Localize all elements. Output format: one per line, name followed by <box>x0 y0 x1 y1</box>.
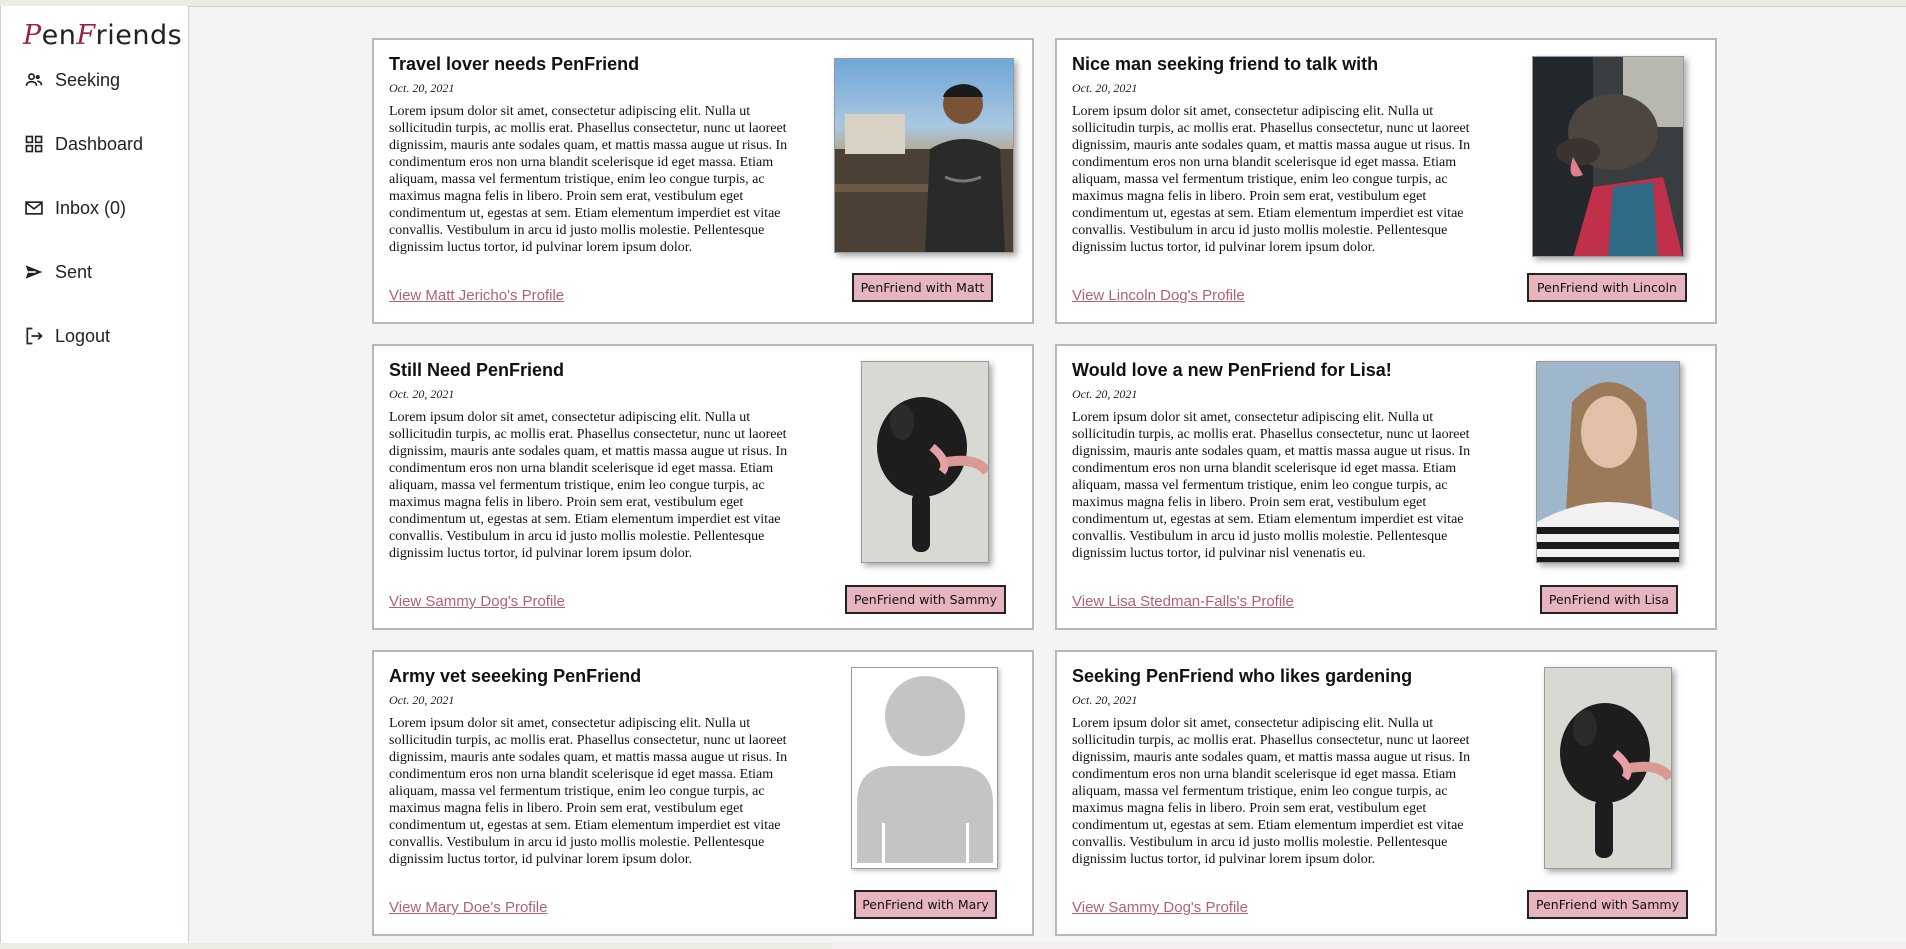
post-card: Would love a new PenFriend for Lisa! Oct… <box>1055 344 1717 630</box>
nav-inbox[interactable]: Inbox (0) <box>23 193 126 223</box>
nav-label: Sent <box>55 261 93 282</box>
nav-seeking[interactable]: Seeking <box>23 65 120 95</box>
view-profile-link[interactable]: View Sammy Dog's Profile <box>1072 899 1248 916</box>
bottom-strip <box>0 943 1906 949</box>
post-title: Seeking PenFriend who likes gardening <box>1072 666 1413 686</box>
man-photo <box>834 58 1014 253</box>
post-body: Lorem ipsum dolor sit amet, consectetur … <box>1072 716 1471 867</box>
post-title: Still Need PenFriend <box>389 360 565 380</box>
sidebar: PenFriends Seeking Dashboard Inbox (0) S… <box>0 6 189 943</box>
post-card: Seeking PenFriend who likes gardening Oc… <box>1055 650 1717 936</box>
view-profile-link[interactable]: View Lincoln Dog's Profile <box>1072 287 1245 304</box>
post-date: Oct. 20, 2021 <box>389 387 455 401</box>
post-body: Lorem ipsum dolor sit amet, consectetur … <box>389 716 788 867</box>
dog-photo <box>861 361 989 563</box>
people-icon <box>23 69 45 91</box>
post-card: Nice man seeking friend to talk with Oct… <box>1055 38 1717 324</box>
post-title: Would love a new PenFriend for Lisa! <box>1072 360 1392 380</box>
post-date: Oct. 20, 2021 <box>1072 81 1138 95</box>
nav-dashboard[interactable]: Dashboard <box>23 129 143 159</box>
nav-label: Inbox (0) <box>55 197 127 218</box>
dog-photo <box>1532 56 1684 257</box>
post-body: Lorem ipsum dolor sit amet, consectetur … <box>389 104 788 255</box>
post-card: Still Need PenFriend Oct. 20, 2021 Lorem… <box>372 344 1034 630</box>
view-profile-link[interactable]: View Matt Jericho's Profile <box>389 287 564 304</box>
nav-label: Dashboard <box>55 133 144 154</box>
post-date: Oct. 20, 2021 <box>1072 693 1138 707</box>
nav-sent[interactable]: Sent <box>23 257 92 287</box>
post-body: Lorem ipsum dolor sit amet, consectetur … <box>389 410 788 561</box>
post-body: Lorem ipsum dolor sit amet, consectetur … <box>1072 104 1471 255</box>
post-card: Army vet seeeking PenFriend Oct. 20, 202… <box>372 650 1034 936</box>
nav-logout[interactable]: Logout <box>23 321 110 351</box>
post-date: Oct. 20, 2021 <box>1072 387 1138 401</box>
logout-icon <box>23 325 45 347</box>
send-icon <box>23 261 45 283</box>
view-profile-link[interactable]: View Sammy Dog's Profile <box>389 593 565 610</box>
dog-photo <box>1544 667 1672 869</box>
dashboard-grid-icon <box>23 133 45 155</box>
penfriend-button[interactable]: PenFriend with Sammy <box>1527 890 1688 919</box>
penfriend-button[interactable]: PenFriend with Matt <box>852 273 993 302</box>
woman-photo <box>1536 361 1680 563</box>
view-profile-link[interactable]: View Lisa Stedman-Falls's Profile <box>1072 593 1294 610</box>
post-title: Travel lover needs PenFriend <box>389 54 640 74</box>
penfriend-button[interactable]: PenFriend with Mary <box>854 890 997 919</box>
view-profile-link[interactable]: View Mary Doe's Profile <box>389 899 547 916</box>
post-title: Army vet seeeking PenFriend <box>389 666 642 686</box>
mail-icon <box>23 197 45 219</box>
post-title: Nice man seeking friend to talk with <box>1072 54 1379 74</box>
avatar-placeholder <box>851 667 998 869</box>
app-logo[interactable]: PenFriends <box>23 20 182 51</box>
post-body: Lorem ipsum dolor sit amet, consectetur … <box>1072 410 1471 561</box>
penfriend-button[interactable]: PenFriend with Lincoln <box>1527 273 1687 302</box>
nav-label: Logout <box>55 325 111 346</box>
post-date: Oct. 20, 2021 <box>389 693 455 707</box>
post-card: Travel lover needs PenFriend Oct. 20, 20… <box>372 38 1034 324</box>
post-date: Oct. 20, 2021 <box>389 81 455 95</box>
penfriend-button[interactable]: PenFriend with Sammy <box>845 585 1006 614</box>
penfriend-button[interactable]: PenFriend with Lisa <box>1540 585 1678 614</box>
nav-label: Seeking <box>55 69 121 90</box>
